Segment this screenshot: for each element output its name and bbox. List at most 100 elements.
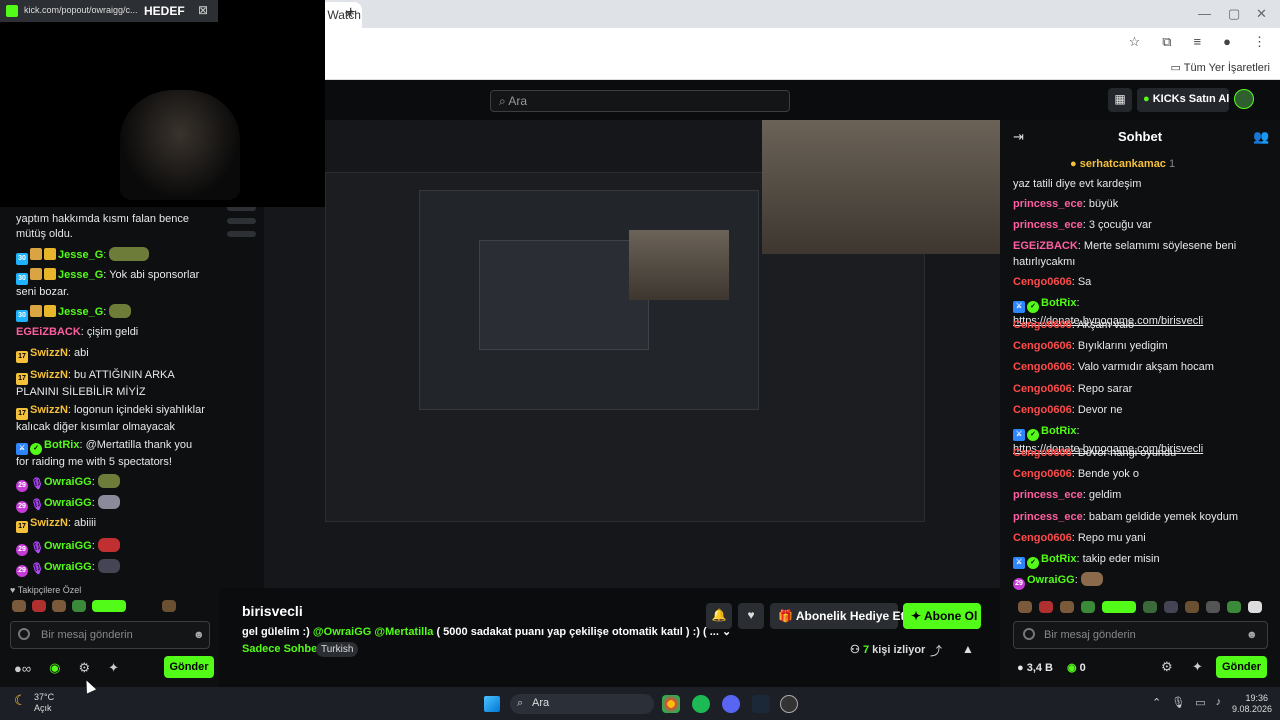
chat-username[interactable]: EGEiZBACK <box>1013 240 1078 252</box>
pinned-gift-banner[interactable]: ● serhatcankamac 1 <box>1070 158 1175 170</box>
emoji-icon[interactable]: ☻ <box>1246 629 1258 641</box>
emote-icon[interactable] <box>1227 601 1241 613</box>
emote-icon[interactable] <box>162 600 176 612</box>
windows-start-icon[interactable] <box>484 696 500 712</box>
chat-username[interactable]: Cengo0606 <box>1013 340 1072 352</box>
volume-icon[interactable]: ♪ <box>1216 696 1222 709</box>
chat-username[interactable]: Cengo0606 <box>1013 447 1072 459</box>
mod-tools-icon[interactable]: ✦ <box>108 660 119 676</box>
emote-icon[interactable] <box>72 600 86 612</box>
chat-username[interactable]: Cengo0606 <box>1013 276 1072 288</box>
chat-username[interactable]: Jesse_G <box>58 306 103 318</box>
chat-username[interactable]: Jesse_G <box>58 269 103 281</box>
emote-icon[interactable] <box>1206 601 1220 613</box>
emote-icon[interactable] <box>1018 601 1032 613</box>
library-button[interactable]: ▦ <box>1108 88 1132 112</box>
chat-username[interactable]: Cengo0606 <box>1013 404 1072 416</box>
chat-username[interactable]: OwraiGG <box>44 561 92 573</box>
window-close-icon[interactable]: ✕ <box>1256 6 1267 22</box>
subscribe-button[interactable]: ✦ Abone Ol <box>903 603 981 629</box>
chat-info-icon[interactable] <box>1023 628 1035 640</box>
chat-username[interactable]: BotRix <box>1041 297 1076 309</box>
chat-username[interactable]: BotRix <box>1041 553 1076 565</box>
chat-message-input[interactable]: Bir mesaj gönderin <box>1013 621 1268 649</box>
menu-icon[interactable]: ⋮ <box>1253 34 1266 50</box>
app-icon[interactable] <box>780 695 798 713</box>
video-player[interactable] <box>219 120 1000 588</box>
channel-name[interactable]: birisvecli <box>242 603 303 619</box>
language-tag[interactable]: Turkish <box>316 642 359 657</box>
kicks-balance-icon[interactable]: ●∞ <box>14 661 31 676</box>
send-button[interactable]: Gönder <box>164 656 214 678</box>
gift-subscription-button[interactable]: 🎁 Abonelik Hediye Et <box>770 603 905 629</box>
chat-message-input[interactable]: Bir mesaj gönderin <box>10 621 210 649</box>
chat-username[interactable]: EGEiZBACK <box>16 326 81 338</box>
chat-username[interactable]: Cengo0606 <box>1013 468 1072 480</box>
chat-username[interactable]: SwizzN <box>30 404 68 416</box>
emote-icon[interactable] <box>1248 601 1262 613</box>
chat-username[interactable]: OwraiGG <box>44 540 92 552</box>
chat-username[interactable]: princess_ece <box>1013 219 1083 231</box>
chat-username[interactable]: OwraiGG <box>1027 574 1075 586</box>
chat-username[interactable]: OwraiGG <box>44 476 92 488</box>
discord-icon[interactable] <box>722 695 740 713</box>
chat-username[interactable]: Cengo0606 <box>1013 383 1072 395</box>
buy-kicks-button[interactable]: ● KICKs Satın Al <box>1137 88 1229 112</box>
chat-username[interactable]: BotRix <box>1041 425 1076 437</box>
spotify-icon[interactable] <box>692 695 710 713</box>
minimize-icon[interactable]: — <box>1198 6 1211 21</box>
chat-username[interactable]: BotRix <box>44 439 79 451</box>
chat-username[interactable]: Cengo0606 <box>1013 532 1072 544</box>
share-icon[interactable]: ⤴ <box>930 642 942 659</box>
popout-close-icon[interactable]: ⊠ <box>198 3 208 17</box>
notification-bell-button[interactable]: 🔔 <box>706 603 732 629</box>
report-icon[interactable]: ▲ <box>962 642 974 656</box>
chat-username[interactable]: princess_ece <box>1013 198 1083 210</box>
emote-icon[interactable] <box>1143 601 1157 613</box>
chevron-up-icon[interactable]: ⌃ <box>1152 696 1161 709</box>
settings-gear-icon[interactable]: ⚙ <box>1161 659 1173 675</box>
emote-icon[interactable] <box>1185 601 1199 613</box>
channel-points[interactable]: ◉ 0 <box>1067 661 1086 674</box>
emote-icon[interactable] <box>1039 601 1053 613</box>
emote-icon[interactable] <box>12 600 26 612</box>
send-button[interactable]: Gönder <box>1216 656 1267 678</box>
chat-username[interactable]: princess_ece <box>1013 489 1083 501</box>
emote-icon[interactable] <box>32 600 46 612</box>
chat-username[interactable]: OwraiGG <box>44 497 92 509</box>
profile-icon[interactable]: ● <box>1223 34 1231 50</box>
chat-info-icon[interactable] <box>18 628 30 640</box>
chat-username[interactable]: Cengo0606 <box>1013 319 1072 331</box>
chat-username[interactable]: Cengo0606 <box>1013 361 1072 373</box>
chrome-icon[interactable] <box>662 695 680 713</box>
emote-icon[interactable] <box>1102 601 1136 613</box>
new-tab-icon[interactable]: + <box>346 4 355 22</box>
network-icon[interactable]: ▭ <box>1195 696 1205 709</box>
chat-username[interactable]: princess_ece <box>1013 511 1083 523</box>
category-link[interactable]: Sadece Sohbet <box>242 643 321 655</box>
all-bookmarks[interactable]: ▭ Tüm Yer İşaretleri <box>1171 61 1270 74</box>
user-avatar[interactable] <box>1234 89 1254 109</box>
emoji-icon[interactable]: ☻ <box>193 629 205 641</box>
emote-icon[interactable] <box>92 600 126 612</box>
chat-username[interactable]: SwizzN <box>30 347 68 359</box>
chat-username[interactable]: SwizzN <box>30 369 68 381</box>
kicks-balance[interactable]: ● 3,4 B <box>1017 662 1053 674</box>
mic-icon[interactable]: 🎙 <box>1171 696 1185 709</box>
taskbar-search[interactable]: Ara <box>510 694 654 714</box>
settings-gear-icon[interactable]: ⚙ <box>78 660 90 676</box>
chat-username[interactable]: SwizzN <box>30 517 68 529</box>
emote-icon[interactable] <box>52 600 66 612</box>
follow-button[interactable]: ♥ <box>738 603 764 629</box>
steam-icon[interactable] <box>752 695 770 713</box>
emote-icon[interactable] <box>1081 601 1095 613</box>
media-icon[interactable]: ≡ <box>1194 34 1202 50</box>
extensions-icon[interactable]: ⧉ <box>1162 34 1171 50</box>
search-input[interactable]: ⌕ Ara <box>490 90 790 112</box>
mod-tools-icon[interactable]: ✦ <box>1192 659 1203 675</box>
emote-icon[interactable] <box>1164 601 1178 613</box>
bookmark-star-icon[interactable]: ☆ <box>1129 34 1141 50</box>
maximize-icon[interactable]: ▢ <box>1228 6 1240 22</box>
chat-username[interactable]: Jesse_G <box>58 249 103 261</box>
points-icon[interactable]: ◉ <box>49 660 60 676</box>
